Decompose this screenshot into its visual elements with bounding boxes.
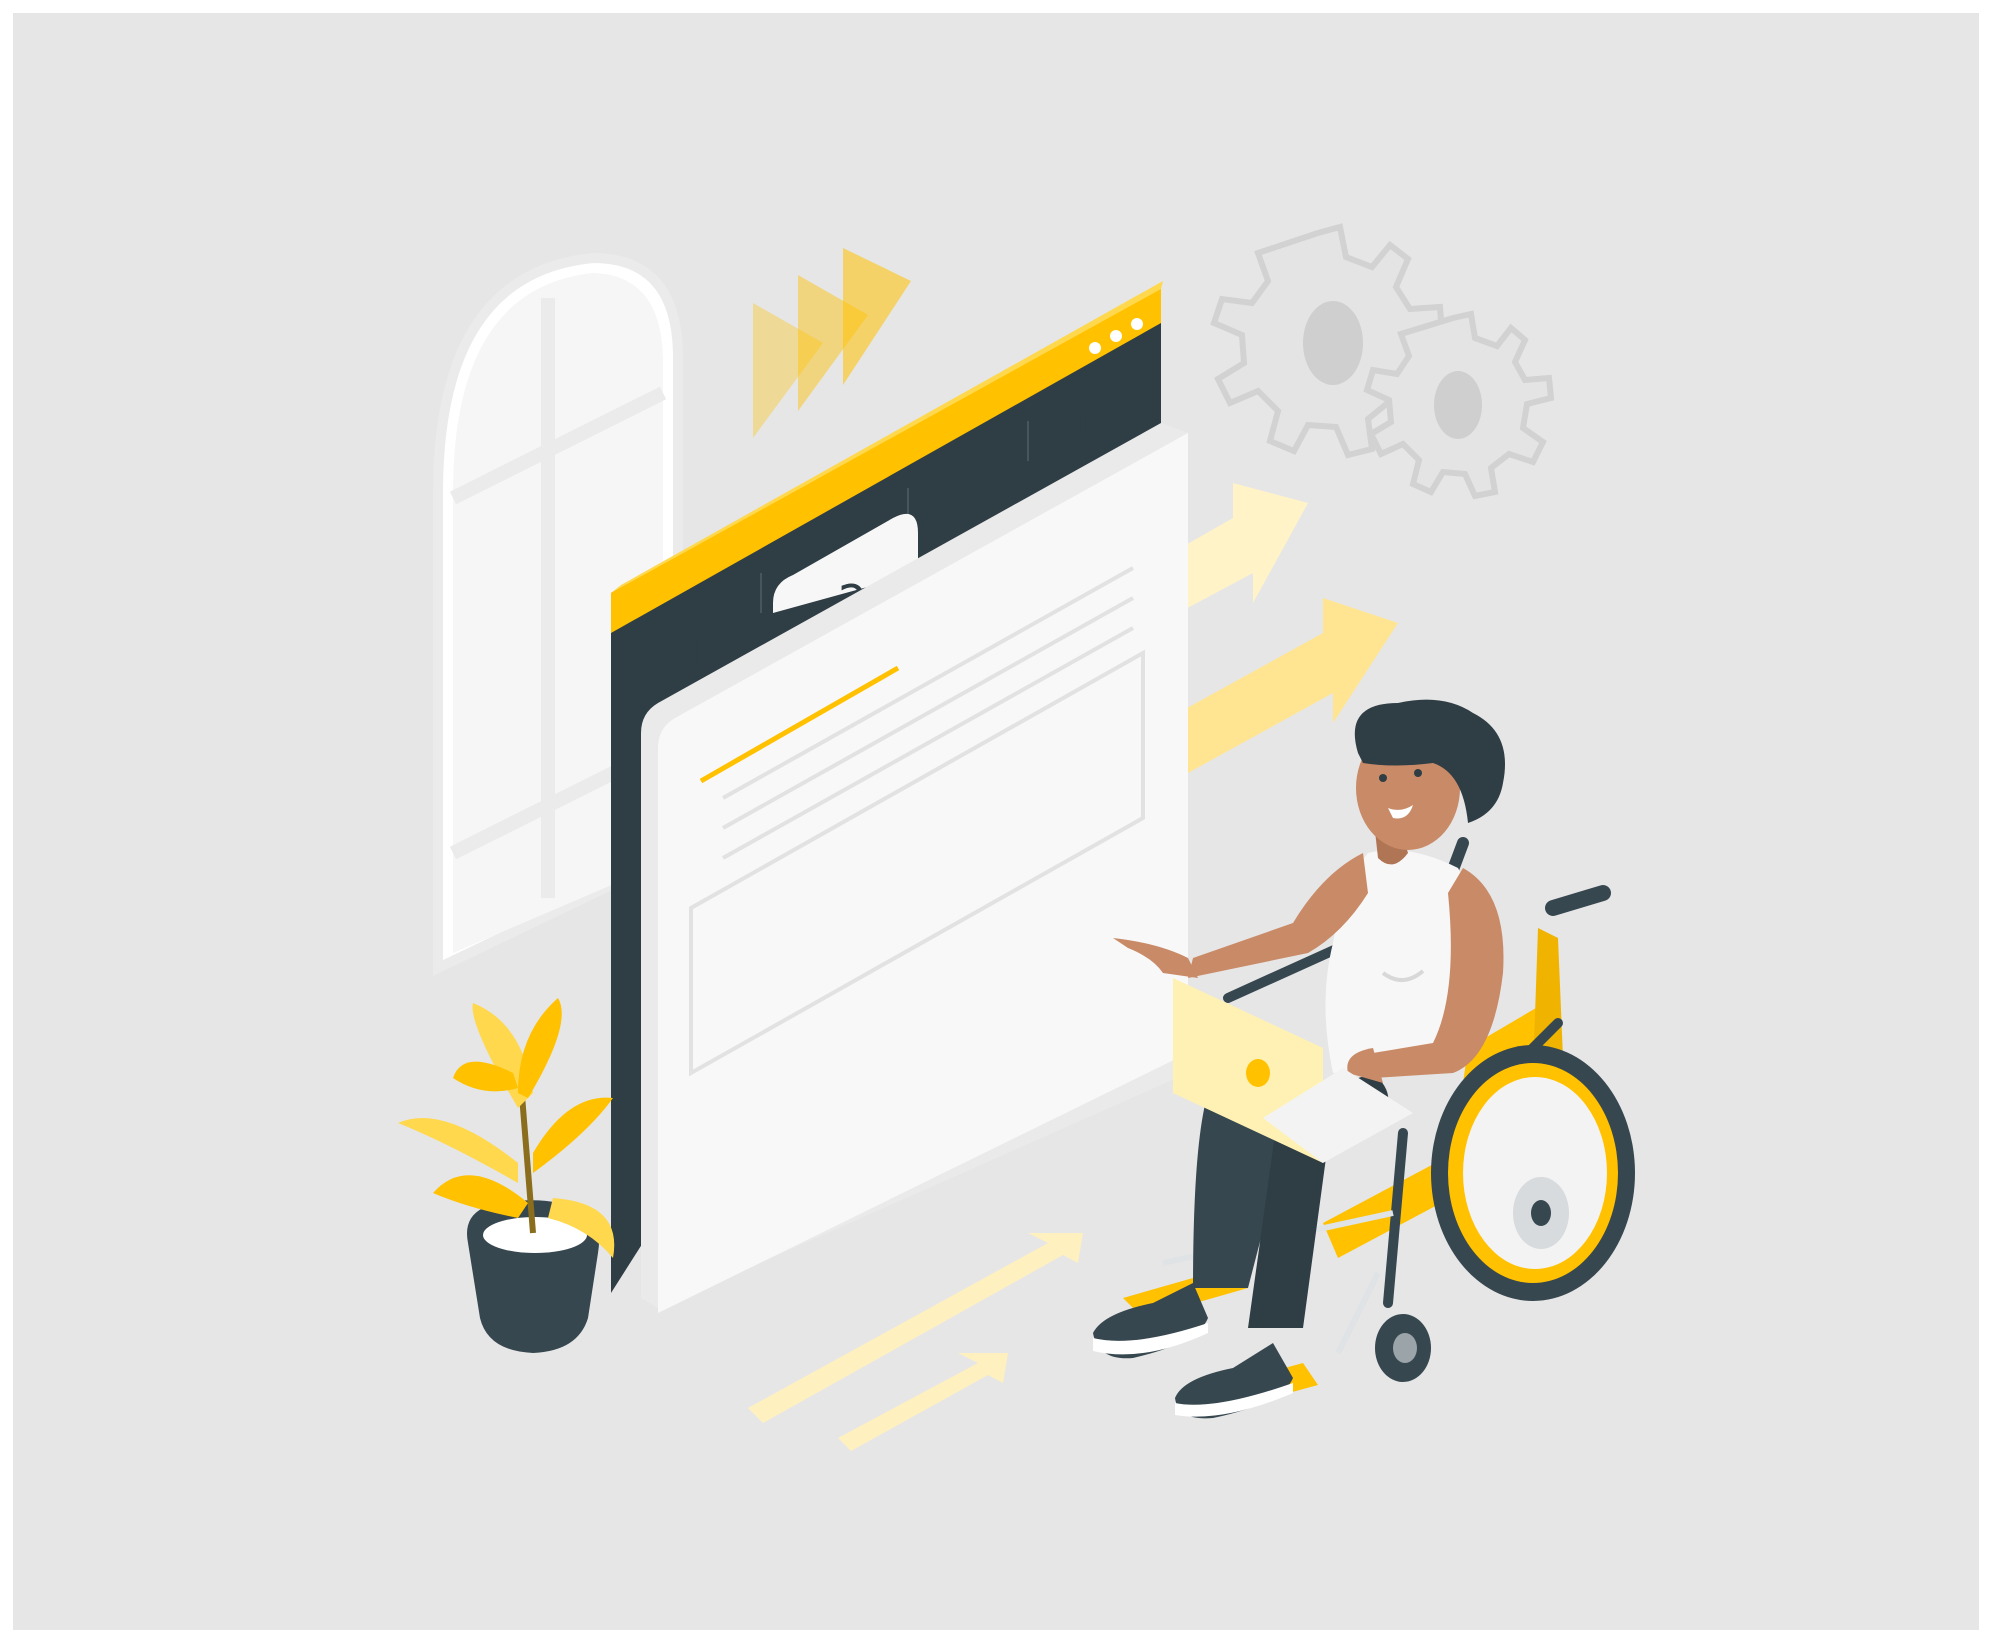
arrow-up-right-icon	[838, 1353, 1008, 1451]
tab-3[interactable]: 3	[941, 475, 970, 529]
arrow-up-right-icon	[748, 1233, 1083, 1423]
accessibility-illustration: 1 3 4 2	[398, 223, 1635, 1451]
tab-1[interactable]: 1	[679, 628, 708, 682]
browser-window: 1 3 4 2	[611, 281, 1188, 1313]
illustration-background: 1 3 4 2	[13, 13, 1979, 1630]
tab-4[interactable]: 4	[1068, 402, 1097, 456]
three-dots-icon	[1089, 342, 1101, 354]
potted-plant	[398, 998, 615, 1353]
play-triangles-icon	[753, 248, 911, 438]
